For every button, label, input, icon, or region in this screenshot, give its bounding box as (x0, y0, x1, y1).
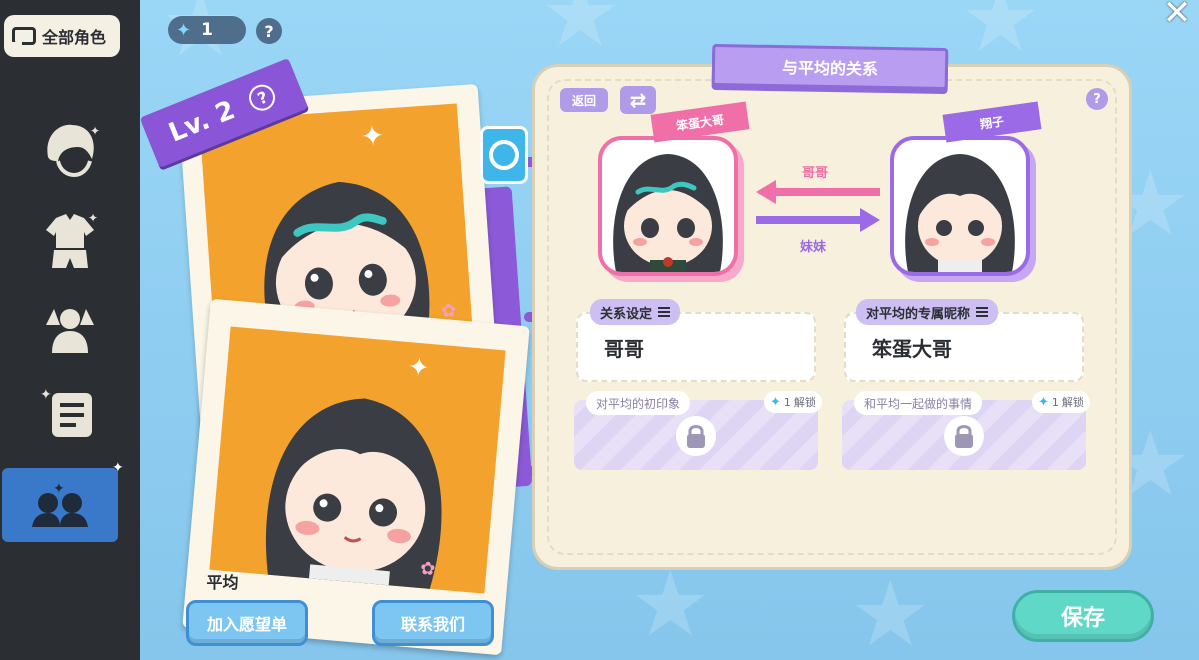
unlock-cost-chip[interactable]: ✦ 1 解锁 (1032, 391, 1090, 413)
relation-setting-label-text: 关系设定 (600, 306, 653, 322)
camera-icon[interactable] (480, 126, 528, 184)
relation-arrows (756, 180, 880, 232)
gem-icon: ✦ (770, 394, 781, 410)
star-decoration: ★ (850, 562, 931, 660)
currency-display: ✦ 1 (168, 16, 246, 44)
panel-title: 与平均的关系 (711, 43, 949, 91)
avatar-xiangzi (905, 154, 1015, 272)
star-decoration: ★ (540, 0, 621, 67)
list-icon (976, 307, 989, 317)
star-decoration: ★ (960, 0, 1041, 72)
all-roles-label: 全部角色 (42, 28, 107, 47)
unlock-text: 解锁 (793, 396, 816, 409)
pose-icon (46, 309, 94, 353)
relation-label-sister: 妹妹 (800, 240, 827, 255)
sidebar-item-relations[interactable]: ✦ (2, 468, 118, 542)
unlock-cost-chip[interactable]: ✦ 1 解锁 (764, 391, 822, 413)
all-roles-button[interactable]: 全部角色 (4, 15, 120, 57)
relation-icon: ✦ (32, 481, 88, 527)
nickname-label-text: 对平均的专属昵称 (866, 306, 971, 322)
sidebar: 全部角色 ✦ ✦ ✦ ✦ ✦ (0, 0, 140, 660)
nickname-label[interactable]: 对平均的专属昵称 (856, 299, 999, 325)
sidebar-item-hair[interactable]: ✦ (0, 112, 140, 186)
avatar-brother (613, 154, 723, 272)
sparkle-icon: ✦ (112, 460, 124, 476)
relation-setting-label[interactable]: 关系设定 (590, 299, 681, 325)
character-name: 平均 (206, 572, 239, 592)
back-icon (12, 27, 36, 45)
sparkle-icon: ✦ (406, 352, 431, 384)
list-icon (658, 307, 671, 317)
hair-icon: ✦ (47, 124, 100, 178)
level-help-button[interactable]: ? (245, 80, 280, 115)
gem-icon: ✦ (176, 19, 192, 41)
sidebar-item-pose[interactable] (0, 290, 140, 364)
together-things-label: 和平均一起做的事情 (854, 391, 983, 415)
help-button[interactable]: ? (256, 18, 282, 44)
sparkle-icon: ✦ (359, 118, 386, 154)
sidebar-item-outfit[interactable]: ✦ (0, 203, 140, 277)
relation-help-button[interactable]: ? (1086, 88, 1108, 110)
unlock-text: 解锁 (1061, 396, 1084, 409)
swap-button[interactable]: ⇄ (620, 86, 656, 114)
gem-icon: ✦ (1038, 394, 1049, 410)
unlock-cost: 1 (783, 395, 791, 409)
first-impression-label: 对平均的初印象 (586, 391, 691, 415)
lock-icon (944, 416, 984, 456)
close-button[interactable]: ✕ (1162, 0, 1192, 30)
svg-text:✦: ✦ (88, 211, 98, 225)
character-portrait-pingjun (266, 398, 442, 594)
sidebar-item-story[interactable]: ✦ (0, 378, 140, 452)
back-button[interactable]: 返回 (560, 88, 608, 112)
contact-us-button[interactable]: 联系我们 (372, 600, 494, 646)
swap-icon: ⇄ (629, 88, 647, 112)
star-decoration: ★ (630, 552, 711, 657)
add-to-wishlist-button[interactable]: 加入愿望单 (186, 600, 308, 646)
portrait-brother[interactable] (598, 136, 738, 276)
photo-background: ✿ ✦ (209, 326, 506, 594)
lock-icon (676, 416, 716, 456)
unlock-cost: 1 (1051, 395, 1059, 409)
outfit-icon: ✦ (46, 211, 98, 268)
save-button[interactable]: 保存 (1012, 590, 1154, 642)
paw-icon: ✿ (419, 557, 437, 581)
currency-value: 1 (201, 20, 213, 40)
dialogue-icon: ✦ (40, 387, 92, 437)
portrait-xiangzi[interactable] (890, 136, 1030, 276)
relation-label-brother: 哥哥 (802, 166, 829, 181)
svg-text:✦: ✦ (40, 387, 52, 403)
svg-text:✦: ✦ (90, 124, 100, 138)
svg-text:✦: ✦ (53, 481, 65, 497)
